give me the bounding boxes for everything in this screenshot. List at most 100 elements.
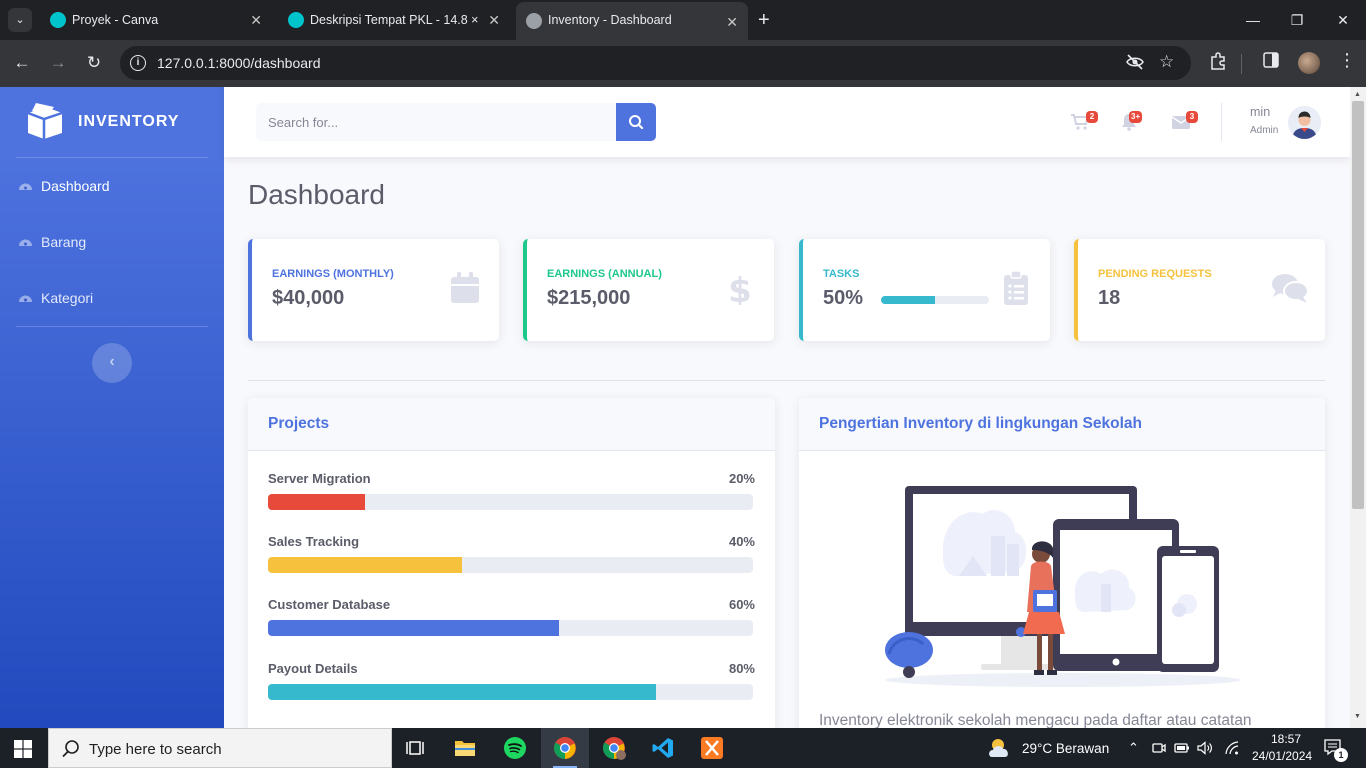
card-title: Projects: [268, 415, 330, 432]
profile-avatar[interactable]: [1298, 52, 1320, 74]
browser-tab-inventory[interactable]: Inventory - Dashboard ✕: [516, 2, 748, 40]
windows-taskbar: Type here to search 29°C Berawan ⌃ 18:57…: [0, 728, 1366, 768]
sidebar: INVENTORY Dashboard Barang Kategori ‹: [0, 87, 224, 728]
stat-value: $215,000: [547, 287, 631, 309]
page-scrollbar[interactable]: ▲ ▼: [1350, 87, 1366, 728]
calendar-icon: [451, 272, 479, 303]
side-panel-icon[interactable]: [1263, 52, 1279, 68]
restore-icon[interactable]: ❐: [1282, 8, 1312, 32]
tasks-progress-bar: [881, 296, 989, 304]
sidebar-divider: [16, 326, 208, 327]
project-percent: 20%: [728, 471, 755, 486]
scroll-down-icon[interactable]: ▼: [1354, 713, 1361, 720]
xampp-button[interactable]: [688, 728, 736, 768]
battery-icon[interactable]: [1174, 741, 1190, 755]
tab-search-chevron-icon[interactable]: ⌄: [8, 8, 32, 32]
browser-menu-icon[interactable]: ⋮: [1338, 50, 1356, 71]
projects-card: Projects Server Migration 20% Sales Trac…: [248, 398, 775, 728]
taskbar-search-text: Type here to search: [89, 741, 222, 758]
vscode-button[interactable]: [639, 728, 687, 768]
tachometer-icon: [19, 295, 32, 302]
project-progress-fill: [268, 620, 559, 636]
project-progress-bar: [268, 494, 753, 510]
stat-label: Earnings (Monthly): [272, 268, 394, 280]
search-icon: [62, 740, 79, 758]
search-button[interactable]: [616, 103, 656, 141]
tab-title: Inventory - Dashboard: [548, 13, 672, 27]
scroll-up-icon[interactable]: ▲: [1354, 91, 1361, 98]
stat-value: $40,000: [272, 287, 345, 309]
card-header: Projects: [248, 398, 775, 451]
minimize-icon[interactable]: —: [1238, 8, 1268, 32]
chrome-button-active[interactable]: [541, 728, 589, 768]
address-bar[interactable]: i 127.0.0.1:8000/dashboard ☆: [120, 46, 1191, 80]
forward-icon[interactable]: →: [46, 52, 70, 76]
chrome-profile-button[interactable]: [590, 728, 638, 768]
alerts-badge: 3+: [1129, 111, 1143, 123]
comments-icon: [1272, 274, 1309, 303]
project-progress-fill: [268, 557, 462, 573]
task-view-button[interactable]: [392, 728, 440, 768]
bookmark-star-icon[interactable]: ☆: [1159, 52, 1174, 72]
stat-card-earnings-monthly: Earnings (Monthly) $40,000: [248, 239, 499, 341]
sidebar-item-kategori[interactable]: Kategori: [0, 270, 224, 326]
weather-cloud-icon[interactable]: [986, 737, 1016, 759]
close-tab-icon[interactable]: ✕: [250, 4, 262, 36]
stat-label: Tasks: [823, 268, 860, 280]
taskbar-search-box[interactable]: Type here to search: [48, 728, 392, 768]
new-tab-icon[interactable]: +: [758, 8, 770, 32]
browser-tab-canva[interactable]: Proyek - Canva ✕: [40, 4, 272, 36]
sidebar-toggle-button[interactable]: ‹: [92, 343, 132, 383]
project-name: Customer Database: [268, 597, 391, 612]
browser-toolbar: ← → ↻ i 127.0.0.1:8000/dashboard ☆ ⋮: [0, 40, 1366, 87]
meet-now-icon[interactable]: [1152, 741, 1166, 755]
eye-off-icon[interactable]: [1126, 54, 1144, 70]
search-input[interactable]: [256, 103, 616, 141]
svg-text:$: $: [728, 271, 752, 305]
sidebar-item-barang[interactable]: Barang: [0, 214, 224, 270]
file-explorer-button[interactable]: [441, 728, 489, 768]
reload-icon[interactable]: ↻: [82, 52, 106, 76]
tasks-progress-fill: [881, 296, 935, 304]
back-icon[interactable]: ←: [10, 52, 34, 76]
volume-icon[interactable]: [1197, 741, 1213, 755]
stat-card-tasks: Tasks 50%: [799, 239, 1050, 341]
clock-time[interactable]: 18:57: [1264, 732, 1308, 746]
browser-tab-bar: ⌄ Proyek - Canva ✕ Deskripsi Tempat PKL …: [0, 0, 1366, 40]
project-name: Server Migration: [268, 471, 371, 486]
spotify-icon: [504, 737, 526, 759]
wifi-icon[interactable]: [1224, 741, 1240, 755]
page-title: Dashboard: [248, 179, 385, 210]
tab-title: Proyek - Canva: [72, 13, 159, 27]
project-name: Payout Details: [268, 661, 358, 676]
task-view-icon: [406, 741, 424, 755]
sidebar-item-label: Kategori: [41, 290, 94, 306]
topbar: 2 3+ 3 min Admin: [224, 87, 1350, 157]
globe-favicon-icon: [526, 13, 542, 29]
close-tab-icon[interactable]: ✕: [488, 4, 500, 36]
site-info-icon[interactable]: i: [130, 55, 146, 71]
project-progress-fill: [268, 494, 365, 510]
browser-tab-deskripsi[interactable]: Deskripsi Tempat PKL - 14.8 × 2 ✕: [278, 4, 510, 36]
xampp-icon: [701, 737, 723, 759]
clock-date[interactable]: 24/01/2024: [1252, 749, 1312, 763]
url-text[interactable]: 127.0.0.1:8000/dashboard: [157, 46, 320, 80]
windows-start-icon[interactable]: [14, 740, 32, 758]
user-role: Admin: [1250, 125, 1279, 136]
close-window-icon[interactable]: ✕: [1328, 8, 1358, 32]
dollar-icon: $: [728, 271, 752, 305]
user-avatar[interactable]: [1288, 106, 1321, 139]
clipboard-list-icon: [1004, 271, 1028, 305]
user-name[interactable]: min: [1250, 105, 1270, 119]
spotify-button[interactable]: [491, 728, 539, 768]
search-icon: [629, 115, 644, 130]
brand-name: INVENTORY: [78, 113, 180, 130]
hidden-icons-chevron-icon[interactable]: ⌃: [1128, 740, 1139, 756]
extensions-icon[interactable]: [1209, 52, 1227, 70]
close-tab-icon[interactable]: ✕: [726, 4, 738, 40]
project-progress-bar: [268, 620, 753, 636]
sidebar-item-dashboard[interactable]: Dashboard: [0, 158, 224, 214]
scrollbar-thumb[interactable]: [1352, 101, 1364, 509]
user-avatar-icon: [1288, 106, 1321, 139]
weather-text[interactable]: 29°C Berawan: [1022, 741, 1109, 756]
